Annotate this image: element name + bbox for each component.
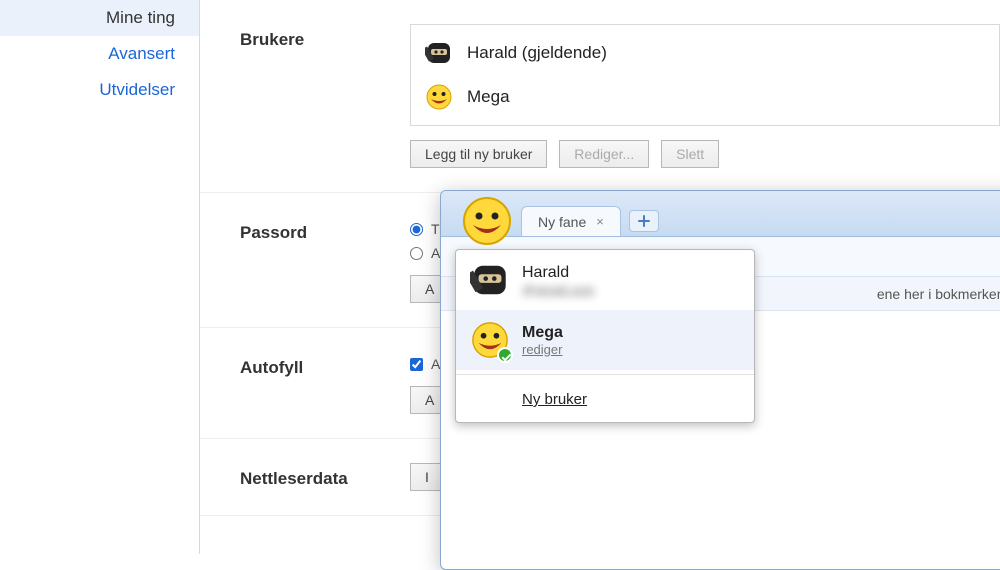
checkbox-input[interactable] — [410, 358, 423, 371]
smiley-avatar-icon — [470, 320, 510, 360]
radio-input[interactable] — [410, 247, 423, 260]
popup-new-user-label: Ny bruker — [522, 391, 587, 408]
popup-user-name: Mega — [522, 324, 563, 342]
smiley-avatar-icon — [425, 83, 453, 111]
edit-user-button[interactable]: Rediger... — [559, 140, 649, 168]
sidebar-item-mine-ting[interactable]: Mine ting — [0, 0, 199, 36]
section-users: Brukere Harald (gjeldende) — [200, 0, 1000, 193]
option-label-truncated: A — [431, 356, 440, 372]
ninja-avatar-icon — [470, 260, 510, 300]
user-row[interactable]: Mega — [411, 75, 999, 119]
option-label-truncated: A — [431, 245, 440, 261]
bookmark-hint-text: ene her i bokmerkeraden. — [877, 286, 1000, 302]
sidebar-item-avansert[interactable]: Avansert — [0, 36, 199, 72]
user-name: Mega — [467, 87, 510, 107]
section-passwords-title: Passord — [240, 217, 410, 243]
user-row[interactable]: Harald (gjeldende) — [411, 31, 999, 75]
user-name: Harald (gjeldende) — [467, 43, 607, 63]
profile-badge[interactable] — [461, 195, 513, 247]
section-users-title: Brukere — [240, 24, 410, 50]
chrome-window: Ny fane × Harald @gmail.com — [440, 190, 1000, 570]
option-label-truncated: T — [431, 221, 440, 237]
popup-user-edit-link[interactable]: rediger — [522, 342, 563, 357]
delete-user-button[interactable]: Slett — [661, 140, 719, 168]
new-tab-button[interactable] — [629, 210, 659, 232]
browserdata-action-button[interactable]: I — [410, 463, 444, 491]
popup-user-name: Harald — [522, 264, 594, 282]
popup-separator — [456, 374, 754, 375]
radio-input[interactable] — [410, 223, 423, 236]
popup-user-email: @gmail.com — [522, 282, 594, 297]
popup-new-user[interactable]: Ny bruker — [456, 379, 754, 422]
ninja-avatar-icon — [425, 39, 453, 67]
section-browserdata-title: Nettleserdata — [240, 463, 410, 489]
profile-switcher-popup: Harald @gmail.com Mega rediger Ny bruke — [455, 249, 755, 423]
tab-new[interactable]: Ny fane × — [521, 206, 621, 236]
tab-title: Ny fane — [538, 214, 586, 230]
tab-close-icon[interactable]: × — [596, 214, 604, 229]
add-user-button[interactable]: Legg til ny bruker — [410, 140, 547, 168]
tab-strip: Ny fane × — [521, 204, 659, 236]
popup-user-mega[interactable]: Mega rediger — [456, 310, 754, 370]
popup-user-harald[interactable]: Harald @gmail.com — [456, 250, 754, 310]
section-autofill-title: Autofyll — [240, 352, 410, 378]
chrome-titlebar[interactable]: Ny fane × — [441, 191, 1000, 237]
settings-sidebar: Mine ting Avansert Utvidelser — [0, 0, 200, 554]
sidebar-item-utvidelser[interactable]: Utvidelser — [0, 72, 199, 108]
users-list: Harald (gjeldende) Mega — [410, 24, 1000, 126]
checkmark-icon — [497, 347, 513, 363]
